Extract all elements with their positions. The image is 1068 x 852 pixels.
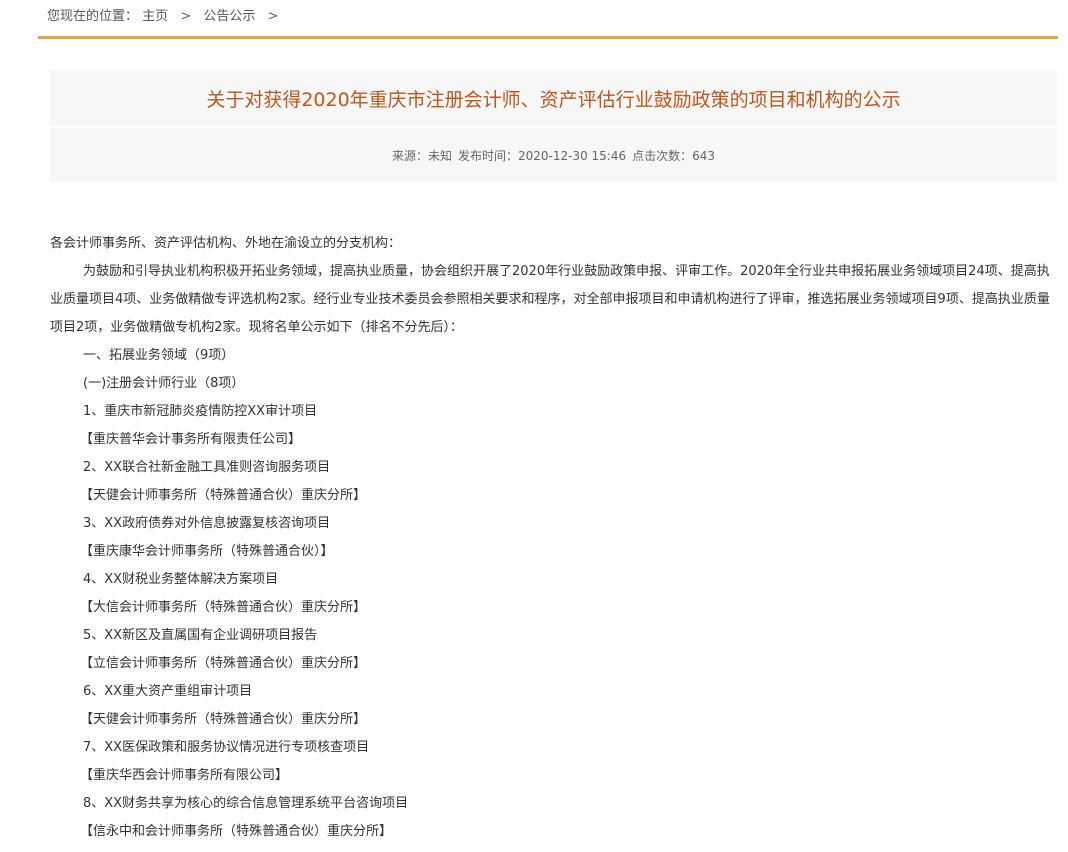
- breadcrumb-label: 您现在的位置：: [47, 9, 139, 24]
- article-view-count: 点击次数：643: [632, 148, 716, 163]
- article-title: 关于对获得2020年重庆市注册会计师、资产评估行业鼓励政策的项目和机构的公示: [206, 88, 901, 111]
- breadcrumb: 您现在的位置： 主页 > 公告公示 >: [47, 8, 286, 26]
- project-organization: 【信永中和会计师事务所（特殊普通合伙）重庆分所】: [80, 824, 393, 839]
- breadcrumb-separator: >: [180, 9, 192, 24]
- project-organization: 【重庆普华会计事务所有限责任公司】: [80, 432, 302, 447]
- project-item: 2、XX联合社新金融工具准则咨询服务项目: [83, 460, 331, 475]
- project-organization: 【天健会计师事务所（特殊普通合伙）重庆分所】: [80, 488, 367, 503]
- article-salutation: 各会计师事务所、资产评估机构、外地在渝设立的分支机构：: [50, 236, 402, 251]
- article-source: 来源：未知: [391, 148, 452, 163]
- subsection-heading: (一)注册会计师行业（8项）: [83, 376, 245, 391]
- project-item: 4、XX财税业务整体解决方案项目: [83, 572, 279, 587]
- project-item: 1、重庆市新冠肺炎疫情防控XX审计项目: [83, 404, 318, 419]
- project-organization: 【大信会计师事务所（特殊普通合伙）重庆分所】: [80, 600, 367, 615]
- article-body: 各会计师事务所、资产评估机构、外地在渝设立的分支机构： 为鼓励和引导执业机构积极…: [50, 230, 1050, 846]
- article-title-box: 关于对获得2020年重庆市注册会计师、资产评估行业鼓励政策的项目和机构的公示: [50, 70, 1057, 126]
- project-item: 8、XX财务共享为核心的综合信息管理系统平台咨询项目: [83, 796, 409, 811]
- project-organization: 【立信会计师事务所（特殊普通合伙）重庆分所】: [80, 656, 367, 671]
- header-divider: [38, 36, 1058, 39]
- project-organization: 【重庆康华会计师事务所（特殊普通合伙）】: [80, 544, 334, 559]
- breadcrumb-section-link[interactable]: 公告公示: [203, 9, 255, 24]
- project-organization: 【天健会计师事务所（特殊普通合伙）重庆分所】: [80, 712, 367, 727]
- article-intro: 为鼓励和引导执业机构积极开拓业务领域，提高执业质量，协会组织开展了2020年行业…: [50, 264, 1050, 335]
- breadcrumb-home-link[interactable]: 主页: [142, 9, 168, 24]
- project-item: 7、XX医保政策和服务协议情况进行专项核查项目: [83, 740, 370, 755]
- project-item: 6、XX重大资产重组审计项目: [83, 684, 253, 699]
- article-meta: 来源：未知 发布时间：2020-12-30 15:46 点击次数：643: [50, 128, 1057, 182]
- breadcrumb-trailing-separator: >: [267, 9, 279, 24]
- project-item: 5、XX新区及直属国有企业调研项目报告: [83, 628, 318, 643]
- project-item: 3、XX政府债券对外信息披露复核咨询项目: [83, 516, 331, 531]
- article-published-time: 发布时间：2020-12-30 15:46: [457, 148, 627, 163]
- section-heading: 一、拓展业务领域（9项）: [83, 348, 235, 363]
- project-organization: 【重庆华西会计师事务所有限公司】: [80, 768, 289, 783]
